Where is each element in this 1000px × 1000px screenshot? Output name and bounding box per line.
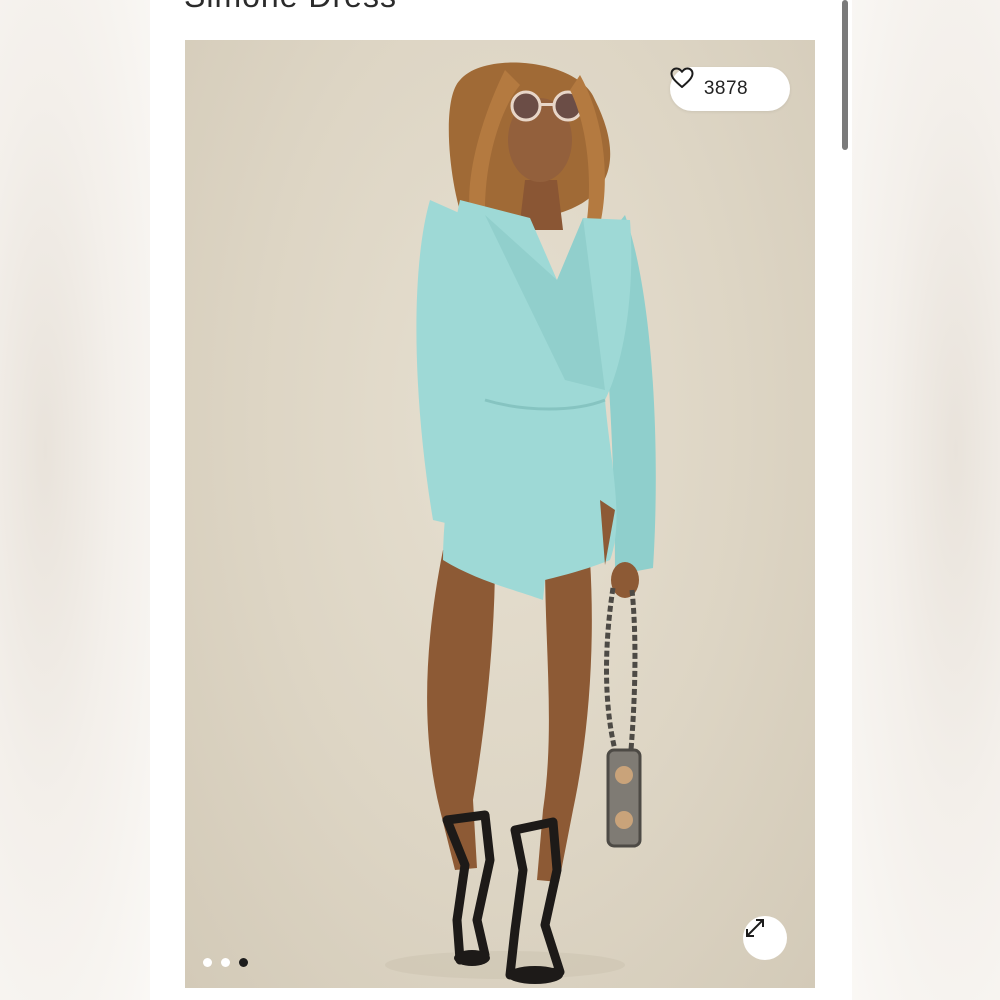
carousel-dot-active[interactable] — [239, 958, 248, 967]
expand-button[interactable] — [743, 916, 787, 960]
carousel-indicators — [203, 958, 248, 967]
model-illustration — [385, 62, 656, 984]
like-button[interactable]: 3878 — [670, 67, 790, 111]
right-backdrop — [852, 0, 1000, 1000]
scrollbar-thumb[interactable] — [842, 0, 848, 150]
like-count: 3878 — [703, 78, 749, 99]
carousel-dot[interactable] — [203, 958, 212, 967]
product-image[interactable]: 3878 — [185, 40, 815, 988]
carousel-dot[interactable] — [221, 958, 230, 967]
left-backdrop — [0, 0, 150, 1000]
product-title: Simone Dress — [184, 0, 397, 15]
